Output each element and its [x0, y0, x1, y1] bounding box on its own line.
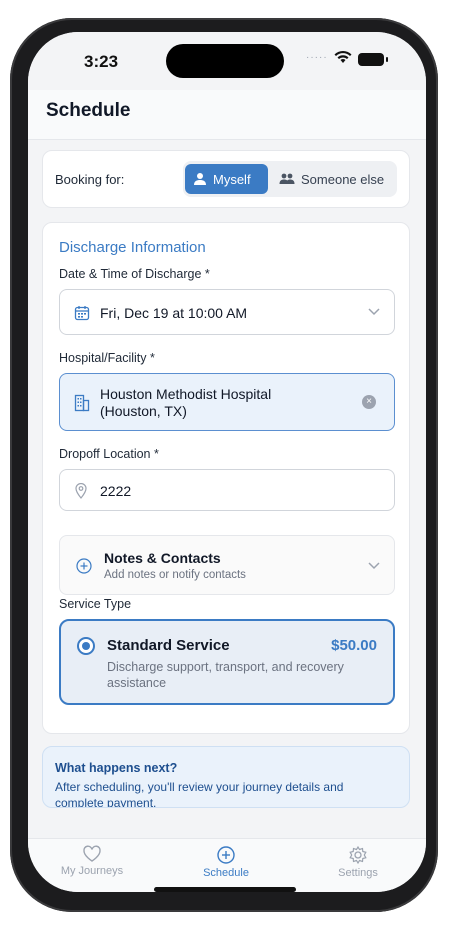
datetime-value: Fri, Dec 19 at 10:00 AM — [100, 305, 248, 321]
clear-icon[interactable]: × — [362, 395, 376, 409]
plus-circle-icon — [76, 558, 92, 574]
service-description: Discharge support, transport, and recove… — [107, 660, 344, 690]
booking-myself-label: Myself — [213, 171, 251, 187]
building-icon — [74, 394, 90, 412]
gear-icon — [349, 845, 367, 865]
hospital-label: Hospital/Facility * — [59, 351, 155, 365]
booking-for-label: Booking for: — [55, 172, 125, 187]
booking-segmented-control: Myself Someone else — [183, 161, 397, 197]
section-title: Discharge Information — [59, 239, 206, 256]
hospital-field[interactable]: Houston Methodist Hospital (Houston, TX)… — [59, 373, 395, 431]
notes-title: Notes & Contacts — [104, 550, 221, 566]
status-bar: 3:23 ····· — [28, 32, 426, 90]
calendar-icon — [74, 306, 90, 321]
dropoff-field[interactable]: 2222 — [59, 469, 395, 511]
home-indicator — [154, 887, 296, 892]
plus-circle-icon — [217, 846, 235, 864]
people-icon — [279, 173, 295, 184]
discharge-info-card: Discharge Information Date & Time of Dis… — [42, 222, 410, 734]
dynamic-island — [166, 44, 284, 78]
dropoff-value: 2222 — [100, 483, 132, 499]
info-text: After scheduling, you'll review your jou… — [55, 780, 344, 808]
person-icon — [194, 173, 206, 185]
page-title: Schedule — [46, 100, 131, 121]
dropoff-label: Dropoff Location * — [59, 447, 159, 461]
service-option-standard[interactable]: Standard Service $50.00 Discharge suppor… — [59, 619, 395, 705]
tab-my-journeys[interactable]: My Journeys — [42, 845, 142, 877]
tab-settings[interactable]: Settings — [308, 845, 408, 879]
hospital-location: (Houston, TX) — [100, 403, 187, 419]
wifi-icon — [334, 50, 352, 63]
tab-bar: My Journeys Schedule Settings — [28, 838, 426, 892]
notes-subtitle: Add notes or notify contacts — [104, 569, 246, 581]
service-price: $50.00 — [331, 637, 377, 654]
hospital-name: Houston Methodist Hospital — [100, 386, 272, 402]
signal-dots-icon: ····· — [306, 52, 328, 63]
booking-myself-button[interactable]: Myself — [185, 164, 268, 194]
datetime-field[interactable]: Fri, Dec 19 at 10:00 AM — [59, 289, 395, 335]
page-header: Schedule — [28, 90, 426, 140]
tab-schedule[interactable]: Schedule — [176, 845, 276, 879]
service-type-label: Service Type — [59, 597, 132, 611]
booking-someone-else-label: Someone else — [301, 171, 385, 187]
battery-icon — [358, 53, 388, 66]
location-pin-icon — [75, 483, 87, 499]
service-name: Standard Service — [107, 637, 230, 654]
chevron-down-icon — [368, 562, 380, 570]
tab-schedule-label: Schedule — [203, 867, 249, 879]
status-time: 3:23 — [84, 52, 119, 71]
booking-for-card: Booking for: Myself Someone else — [42, 150, 410, 208]
heart-icon — [83, 845, 101, 862]
chevron-down-icon — [368, 308, 380, 316]
tab-settings-label: Settings — [338, 867, 378, 879]
tab-my-journeys-label: My Journeys — [60, 865, 124, 877]
datetime-label: Date & Time of Discharge * — [59, 267, 210, 281]
app-screen: 3:23 ····· Schedule Booking for: Myself — [28, 32, 426, 892]
info-title: What happens next? — [55, 761, 178, 775]
booking-someone-else-button[interactable]: Someone else — [271, 164, 395, 194]
info-banner: What happens next? After scheduling, you… — [42, 746, 410, 808]
notes-contacts-expander[interactable]: Notes & Contacts Add notes or notify con… — [59, 535, 395, 595]
radio-selected-icon[interactable] — [77, 637, 95, 655]
